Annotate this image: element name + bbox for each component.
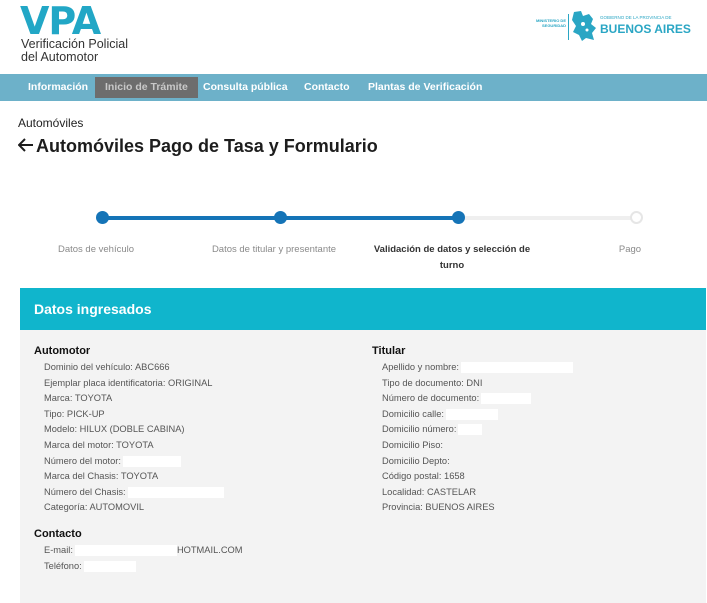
automotor-row: Marca: TOYOTA [44,393,113,404]
province-map-icon [572,11,596,41]
step-3-label-line-1: Validación de datos y selección de [373,244,531,255]
automotor-title: Automotor [34,345,91,357]
titular-row: Provincia: BUENOS AIRES [382,502,495,513]
breadcrumb[interactable]: Automóviles [18,116,83,130]
page-title: Automóviles Pago de Tasa y Formulario [17,136,378,157]
ministry-label: MINISTERIO DE SEGURIDAD [534,18,566,28]
redacted-value [461,362,573,374]
site-header: VPA Verificación Policial del Automotor … [0,0,707,74]
nav-item-inicio-tramite[interactable]: Inicio de Trámite [95,77,198,98]
email-value: HOTMAIL.COM [176,544,243,555]
phone-label: Teléfono: [44,560,82,571]
redacted-value [458,424,483,436]
step-1-dot [96,211,109,224]
titular-title: Titular [372,345,406,357]
redacted-value [481,393,532,405]
gov-province-name: BUENOS AIRES [600,22,691,36]
contacto-title: Contacto [34,527,82,540]
automotor-row: Número del motor: [34,454,354,470]
automotor-row: Marca del Chasis: TOYOTA [44,471,159,482]
step-2-dot [274,211,287,224]
email-label: E-mail: [44,544,73,555]
automotor-row: Marca del motor: TOYOTA [44,439,154,450]
titular-row: Domicilio calle: [372,407,692,423]
government-logo: MINISTERIO DE SEGURIDAD GOBIERNO DE LA P… [534,8,691,46]
progress-stepper: Datos de vehículo Datos de titular y pre… [0,205,707,285]
titular-row: Tipo de documento: DNI [382,377,483,388]
step-4-dot [630,211,643,224]
step-4-label: Pago [618,244,642,255]
logo-subtitle-line-2: del Automotor [21,50,99,64]
automotor-row: Modelo: HILUX (DOBLE CABINA) [44,424,185,435]
vpa-logo[interactable]: VPA [20,2,101,40]
step-3-dot [452,211,465,224]
titular-row: Domicilio Piso: [382,439,443,450]
redacted-value [123,455,181,467]
titular-row: Código postal: 1658 [382,471,465,482]
chassis-number-label: Número del Chasis: [44,486,126,497]
titular-row: Número de documento: [372,391,692,407]
titular-row: Apellido y nombre: [372,360,692,376]
page-title-text: Automóviles Pago de Tasa y Formulario [36,136,378,156]
vpa-logo-subtitle: Verificación Policial del Automotor [21,38,128,64]
redacted-value [127,486,224,498]
name-label: Apellido y nombre: [382,362,459,372]
nav-item-consulta-publica[interactable]: Consulta pública [193,77,298,98]
automotor-row: Ejemplar placa identificatoria: ORIGINAL [44,377,213,388]
step-2-label: Datos de titular y presentante [211,244,337,255]
redacted-value [83,560,136,572]
automotor-section: Automotor Dominio del vehículo: ABC666 E… [34,345,354,574]
panel-body: Automotor Dominio del vehículo: ABC666 E… [20,330,706,603]
back-arrow-icon[interactable] [17,136,34,157]
titular-row: Domicilio Depto: [382,455,450,466]
gov-province-label: GOBIERNO DE LA PROVINCIA DE [600,15,672,20]
street-number-label: Domicilio número: [382,424,457,435]
nav-item-contacto[interactable]: Contacto [294,77,360,98]
stepper-track-pending [458,216,636,220]
ministry-line-2: SEGURIDAD [541,23,566,28]
titular-section: Titular Apellido y nombre: Tipo de docum… [372,345,692,516]
nav-item-plantas[interactable]: Plantas de Verificación [358,77,492,98]
automotor-row: Categoría: AUTOMOVIL [44,502,145,513]
doc-number-label: Número de documento: [382,393,480,404]
redacted-value [74,544,177,556]
gov-divider [568,14,569,40]
titular-row: Localidad: CASTELAR [382,486,477,497]
nav-item-informacion[interactable]: Información [18,77,98,98]
automotor-row: Tipo: PICK-UP [44,408,105,419]
automotor-row: Dominio del vehículo: ABC666 [44,362,170,372]
motor-number-label: Número del motor: [44,455,121,466]
step-3-label: Validación de datos y selección de turno [362,242,542,274]
street-label: Domicilio calle: [382,408,444,419]
step-1-label: Datos de vehículo [57,244,135,255]
contacto-phone-row: Teléfono: [34,559,354,575]
panel-header: Datos ingresados [20,288,706,330]
main-nav: Información Inicio de Trámite Consulta p… [0,74,707,101]
step-3-label-line-2: turno [439,260,465,271]
redacted-value [446,408,498,420]
automotor-row: Número del Chasis: [34,485,354,501]
contacto-email-row: E-mail: HOTMAIL.COM [34,543,354,559]
titular-row: Domicilio número: [372,422,692,438]
